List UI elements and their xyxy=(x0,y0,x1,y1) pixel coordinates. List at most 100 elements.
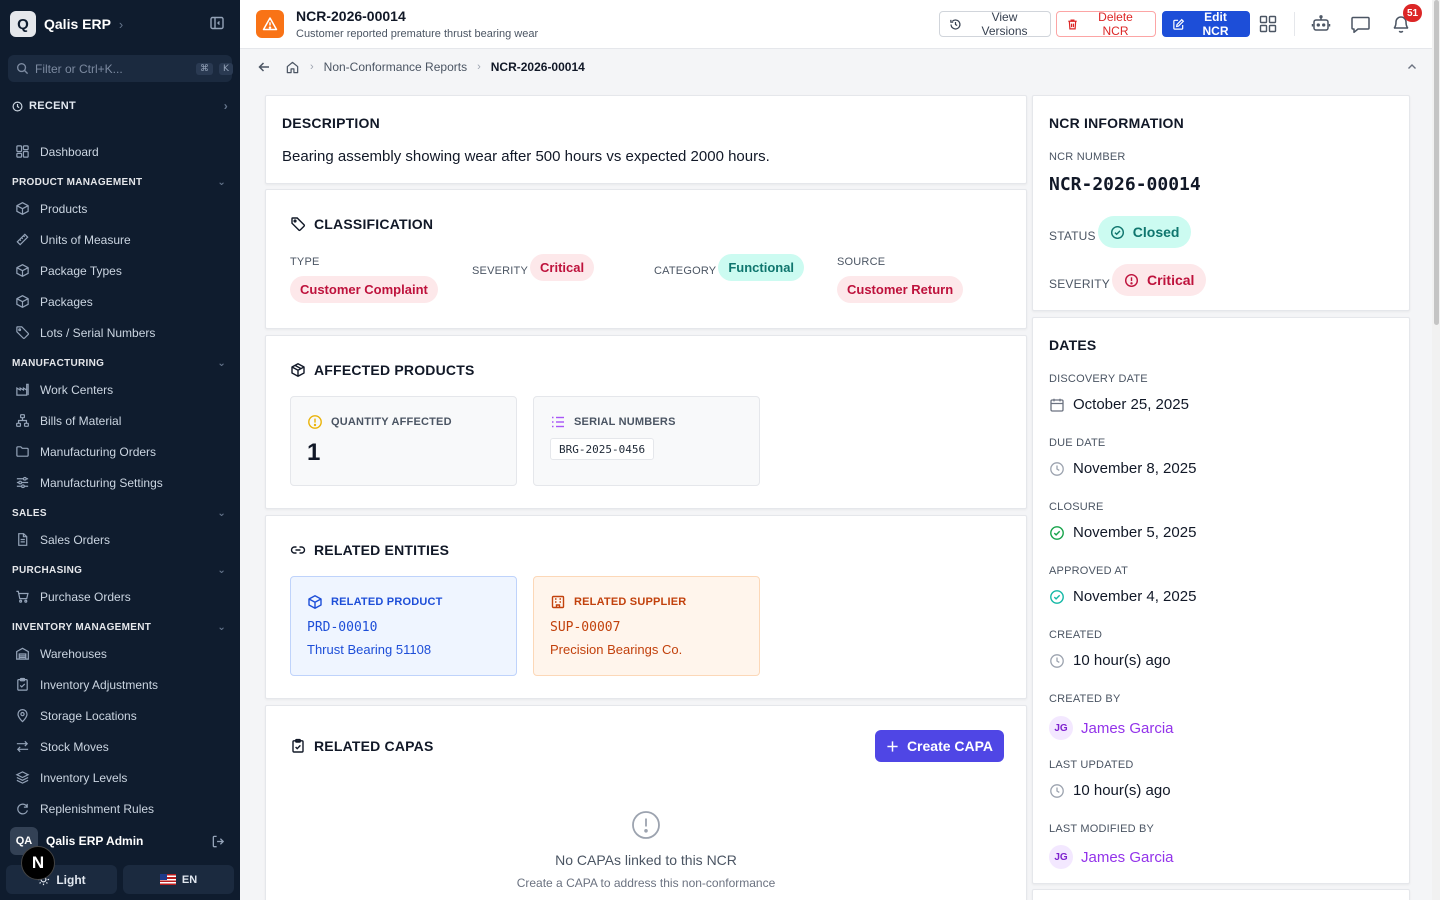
sidebar-section-header[interactable]: MANUFACTURING ⌄ xyxy=(0,352,240,374)
sidebar-item-package-types[interactable]: Package Types xyxy=(0,255,240,286)
sidebar-item-label: Dashboard xyxy=(40,144,99,159)
sidebar-section-header[interactable]: PRODUCT MANAGEMENT ⌄ xyxy=(0,171,240,193)
created-by-name[interactable]: James Garcia xyxy=(1081,720,1174,737)
chevron-down-icon: ⌄ xyxy=(217,357,226,369)
sidebar-item-inventory-adjustments[interactable]: Inventory Adjustments xyxy=(0,669,240,700)
dev-tools-button[interactable]: N xyxy=(21,846,55,880)
sidebar-item-units-of-measure[interactable]: Units of Measure xyxy=(0,224,240,255)
sidebar-item-products[interactable]: Products xyxy=(0,193,240,224)
sidebar-item-stock-moves[interactable]: Stock Moves xyxy=(0,731,240,762)
brand-logo: Q xyxy=(10,11,36,37)
topbar: NCR-2026-00014 Customer reported prematu… xyxy=(240,0,1440,49)
description-card: DESCRIPTION Bearing assembly showing wea… xyxy=(265,95,1027,184)
sidebar-search[interactable]: ⌘ K xyxy=(8,55,233,82)
edit-ncr-button[interactable]: Edit NCR xyxy=(1162,10,1250,38)
scrollbar-thumb[interactable] xyxy=(1434,0,1439,325)
supplier-code[interactable]: SUP-00007 xyxy=(550,620,620,635)
trash-icon xyxy=(1066,18,1079,31)
source-label: SOURCE xyxy=(837,256,886,268)
tile-header: RELATED PRODUCT xyxy=(307,594,443,610)
check-circle-icon xyxy=(1110,225,1125,240)
product-code[interactable]: PRD-00010 xyxy=(307,620,377,635)
sidebar-item-purchase-orders[interactable]: Purchase Orders xyxy=(0,581,240,612)
card-header: AFFECTED PRODUCTS xyxy=(290,362,475,378)
status-label: STATUS xyxy=(1049,229,1096,243)
due-date-value: November 8, 2025 xyxy=(1073,460,1197,477)
chevron-up-icon[interactable] xyxy=(1406,61,1418,73)
apps-grid-icon[interactable] xyxy=(1259,15,1277,33)
sidebar-item-packages[interactable]: Packages xyxy=(0,286,240,317)
sidebar-item-replenishment-rules[interactable]: Replenishment Rules xyxy=(0,793,240,824)
cart-icon xyxy=(15,589,30,604)
tile-header: RELATED SUPPLIER xyxy=(550,594,686,610)
sidebar-item-sales-orders[interactable]: Sales Orders xyxy=(0,524,240,555)
sidebar-toggle-icon[interactable] xyxy=(209,15,225,31)
related-supplier-tile[interactable]: RELATED SUPPLIER SUP-00007 Precision Bea… xyxy=(533,576,760,676)
search-input[interactable] xyxy=(35,61,190,76)
type-badge: Customer Complaint xyxy=(290,276,438,303)
tile-header: QUANTITY AFFECTED xyxy=(307,414,452,430)
sidebar-section-header[interactable]: PURCHASING ⌄ xyxy=(0,559,240,581)
card-title: CLASSIFICATION xyxy=(314,216,434,232)
last-updated-value: 10 hour(s) ago xyxy=(1073,782,1171,799)
logout-icon[interactable] xyxy=(211,834,226,849)
language-select[interactable]: EN xyxy=(123,865,234,894)
sidebar-item-manufacturing-orders[interactable]: Manufacturing Orders xyxy=(0,436,240,467)
sidebar-item-inventory-levels[interactable]: Inventory Levels xyxy=(0,762,240,793)
view-versions-label: View Versions xyxy=(981,10,1028,38)
breadcrumb-separator: › xyxy=(477,61,481,73)
created-by: JG James Garcia xyxy=(1049,716,1174,740)
factory-icon xyxy=(15,382,30,397)
closure-label: CLOSURE xyxy=(1049,501,1104,513)
sidebar-item-label: Package Types xyxy=(40,263,122,278)
sidebar-item-lots-serial-numbers[interactable]: Lots / Serial Numbers xyxy=(0,317,240,348)
divider xyxy=(1294,12,1295,36)
home-icon[interactable] xyxy=(285,60,300,75)
create-capa-button[interactable]: Create CAPA xyxy=(875,730,1004,762)
sidebar-item-storage-locations[interactable]: Storage Locations xyxy=(0,700,240,731)
sidebar-item-work-centers[interactable]: Work Centers xyxy=(0,374,240,405)
last-modified-by: JG James Garcia xyxy=(1049,845,1174,869)
chat-icon[interactable] xyxy=(1350,14,1371,34)
related-product-label: RELATED PRODUCT xyxy=(331,596,443,608)
sidebar-item-label: Warehouses xyxy=(40,646,107,661)
breadcrumb-link[interactable]: Non-Conformance Reports xyxy=(324,60,467,74)
severity-badge: Critical xyxy=(530,254,595,281)
quantity-tile: QUANTITY AFFECTED 1 xyxy=(290,396,517,486)
product-name[interactable]: Thrust Bearing 51108 xyxy=(307,642,431,657)
supplier-name[interactable]: Precision Bearings Co. xyxy=(550,642,682,657)
calendar-icon xyxy=(1049,397,1065,413)
recent-toggle[interactable]: RECENT › xyxy=(12,97,228,115)
sidebar-section-header[interactable]: SALES ⌄ xyxy=(0,502,240,524)
approved-at: November 4, 2025 xyxy=(1049,588,1196,605)
sidebar-section-header[interactable]: INVENTORY MANAGEMENT ⌄ xyxy=(0,616,240,638)
related-supplier-label: RELATED SUPPLIER xyxy=(574,596,687,608)
refresh-icon xyxy=(15,801,30,816)
severity-value: Critical xyxy=(1146,272,1195,288)
sidebar-item-manufacturing-settings[interactable]: Manufacturing Settings xyxy=(0,467,240,498)
sidebar-item-label: Lots / Serial Numbers xyxy=(40,325,156,340)
sidebar-item-bills-of-material[interactable]: Bills of Material xyxy=(0,405,240,436)
chevron-right-icon: › xyxy=(118,16,124,32)
created-label: CREATED xyxy=(1049,629,1103,641)
assistant-bot-icon[interactable] xyxy=(1311,14,1331,34)
chevron-down-icon: ⌄ xyxy=(217,507,226,519)
last-updated-label: LAST UPDATED xyxy=(1049,759,1134,771)
brand[interactable]: Q Qalis ERP › xyxy=(10,10,123,38)
last-modified-by-name[interactable]: James Garcia xyxy=(1081,849,1174,866)
discovery-date-label: DISCOVERY DATE xyxy=(1049,373,1148,385)
description-text: Bearing assembly showing wear after 500 … xyxy=(282,148,770,165)
last-updated: 10 hour(s) ago xyxy=(1049,782,1171,799)
card-title: AFFECTED PRODUCTS xyxy=(314,362,475,378)
created-by-label: CREATED BY xyxy=(1049,693,1121,705)
view-versions-button[interactable]: View Versions xyxy=(939,10,1051,38)
delete-ncr-button[interactable]: Delete NCR xyxy=(1056,10,1156,38)
card-title: DATES xyxy=(1049,337,1097,353)
back-arrow-icon[interactable] xyxy=(257,60,271,74)
clock-icon xyxy=(12,101,23,112)
related-product-tile[interactable]: RELATED PRODUCT PRD-00010 Thrust Bearing… xyxy=(290,576,517,676)
sidebar-item-dashboard[interactable]: Dashboard xyxy=(0,136,240,167)
sidebar-item-label: Bills of Material xyxy=(40,413,122,428)
sidebar-item-warehouses[interactable]: Warehouses xyxy=(0,638,240,669)
hierarchy-icon xyxy=(15,413,30,428)
